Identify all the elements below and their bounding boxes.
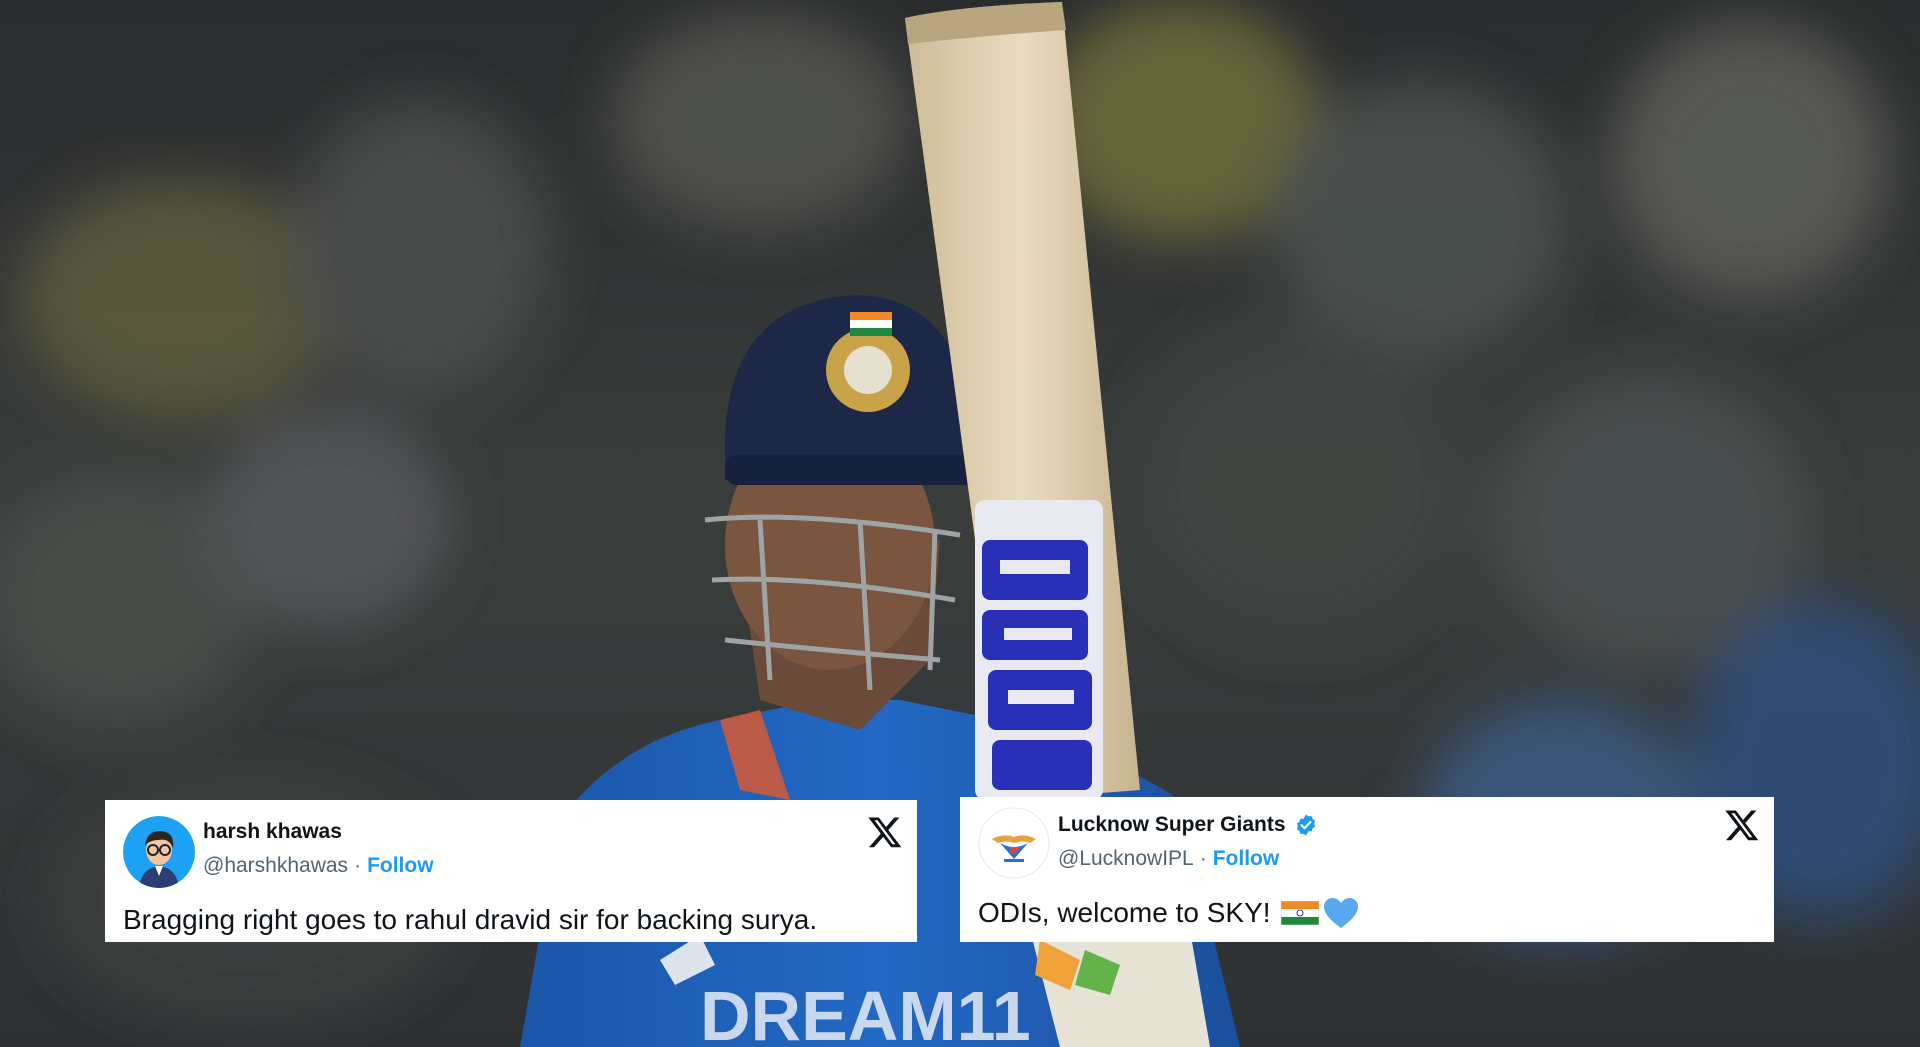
author-meta: @harshkhawas · Follow: [203, 854, 434, 878]
avatar[interactable]: [123, 816, 195, 888]
x-logo-icon[interactable]: [1724, 807, 1760, 843]
author-handle[interactable]: @harshkhawas: [203, 854, 348, 877]
blue-heart-icon: [1323, 898, 1358, 928]
follow-button[interactable]: Follow: [367, 854, 434, 877]
author-name-text[interactable]: Lucknow Super Giants: [1058, 813, 1286, 837]
svg-text:DREAM11: DREAM11: [700, 977, 1031, 1047]
follow-button[interactable]: Follow: [1213, 847, 1280, 870]
author-meta: @LucknowIPL · Follow: [1058, 847, 1279, 871]
separator: ·: [354, 854, 362, 877]
author-name[interactable]: harsh khawas: [203, 820, 342, 844]
tweet-card-lucknow-super-giants[interactable]: Lucknow Super Giants @LucknowIPL · Follow …: [960, 797, 1774, 942]
tweet-text: Bragging right goes to rahul dravid sir …: [123, 904, 818, 935]
author-handle[interactable]: @LucknowIPL: [1058, 847, 1194, 870]
verified-badge-icon: [1296, 814, 1315, 836]
tweet-text: ODIs, welcome to SKY!: [978, 897, 1271, 928]
india-flag-icon: [1280, 901, 1319, 925]
tweet-card-harsh-khawas[interactable]: harsh khawas @harshkhawas · Follow Braggin…: [105, 800, 917, 942]
author-name: Lucknow Super Giants: [1058, 813, 1318, 837]
x-logo-icon[interactable]: [867, 814, 903, 850]
avatar[interactable]: [978, 807, 1050, 879]
separator: ·: [1199, 847, 1207, 870]
tweet-text-row: ODIs, welcome to SKY!: [978, 897, 1359, 929]
